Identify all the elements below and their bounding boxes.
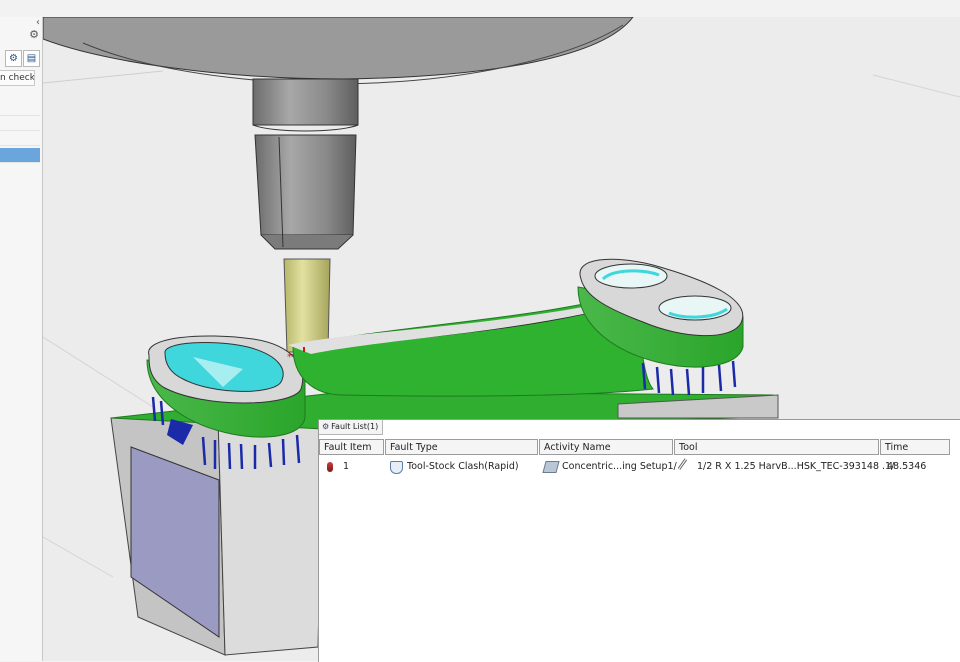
- spindle-nose: [252, 78, 359, 126]
- save-icon: ▤: [26, 53, 37, 64]
- fault-list-panel: ⚙ Fault List(1) Fault Item Fault Type Ac…: [318, 419, 960, 662]
- clash-type-icon: [390, 460, 403, 474]
- activity-icon: [542, 461, 560, 473]
- list-item[interactable]: [0, 131, 40, 146]
- settings-gear-button[interactable]: ⚙: [5, 50, 22, 67]
- left-panel: ‹ ⚙ ⚙ ▤ n check: [0, 17, 43, 661]
- tool-holder: [254, 134, 357, 236]
- floor-grid-line: [872, 74, 960, 98]
- gear-icon[interactable]: ⚙: [29, 28, 39, 41]
- clash-marker: *: [287, 352, 292, 363]
- floor-grid-line: [43, 536, 114, 578]
- cutting-tool: [283, 258, 331, 353]
- save-button[interactable]: ▤: [23, 50, 40, 67]
- tab-check[interactable]: n check: [0, 70, 35, 86]
- tab-fault-list[interactable]: ⚙ Fault List(1): [319, 420, 384, 435]
- fault-type-value: Tool-Stock Clash(Rapid): [407, 461, 519, 472]
- fault-table-header: Fault Item Fault Type Activity Name Tool…: [319, 439, 960, 456]
- list-item[interactable]: [0, 101, 40, 116]
- column-header-fault-item[interactable]: Fault Item: [319, 439, 384, 455]
- activity-name-value: Concentric...ing Setup1/: [562, 461, 677, 472]
- title-bar: [0, 0, 960, 18]
- column-header-tool[interactable]: Tool: [674, 439, 879, 455]
- column-header-activity-name[interactable]: Activity Name: [539, 439, 673, 455]
- floor-grid-line: [43, 336, 154, 408]
- tool-value: 1/2 R X 1.25 HarvB...HSK_TEC-393148 .1/: [697, 461, 895, 472]
- tab-fault-list-label: Fault List(1): [331, 422, 379, 431]
- spindle-head: [43, 17, 634, 80]
- tool-icon: [677, 458, 696, 476]
- fault-item-number: 1: [343, 461, 350, 472]
- column-header-time[interactable]: Time: [880, 439, 950, 455]
- table-row[interactable]: 1 Tool-Stock Clash(Rapid) Concentric...i…: [319, 458, 960, 476]
- list-item-selected[interactable]: [0, 148, 40, 163]
- column-header-fault-type[interactable]: Fault Type: [385, 439, 538, 455]
- clash-marker: [303, 347, 305, 352]
- time-value: 48.5346: [887, 461, 927, 472]
- floor-grid-line: [43, 70, 164, 84]
- fault-indicator-icon: [327, 462, 333, 472]
- collapse-icon[interactable]: ‹: [36, 17, 40, 28]
- fault-list-icon: ⚙: [322, 422, 330, 431]
- list-item[interactable]: [0, 116, 40, 131]
- gear-icon: ⚙: [9, 53, 18, 64]
